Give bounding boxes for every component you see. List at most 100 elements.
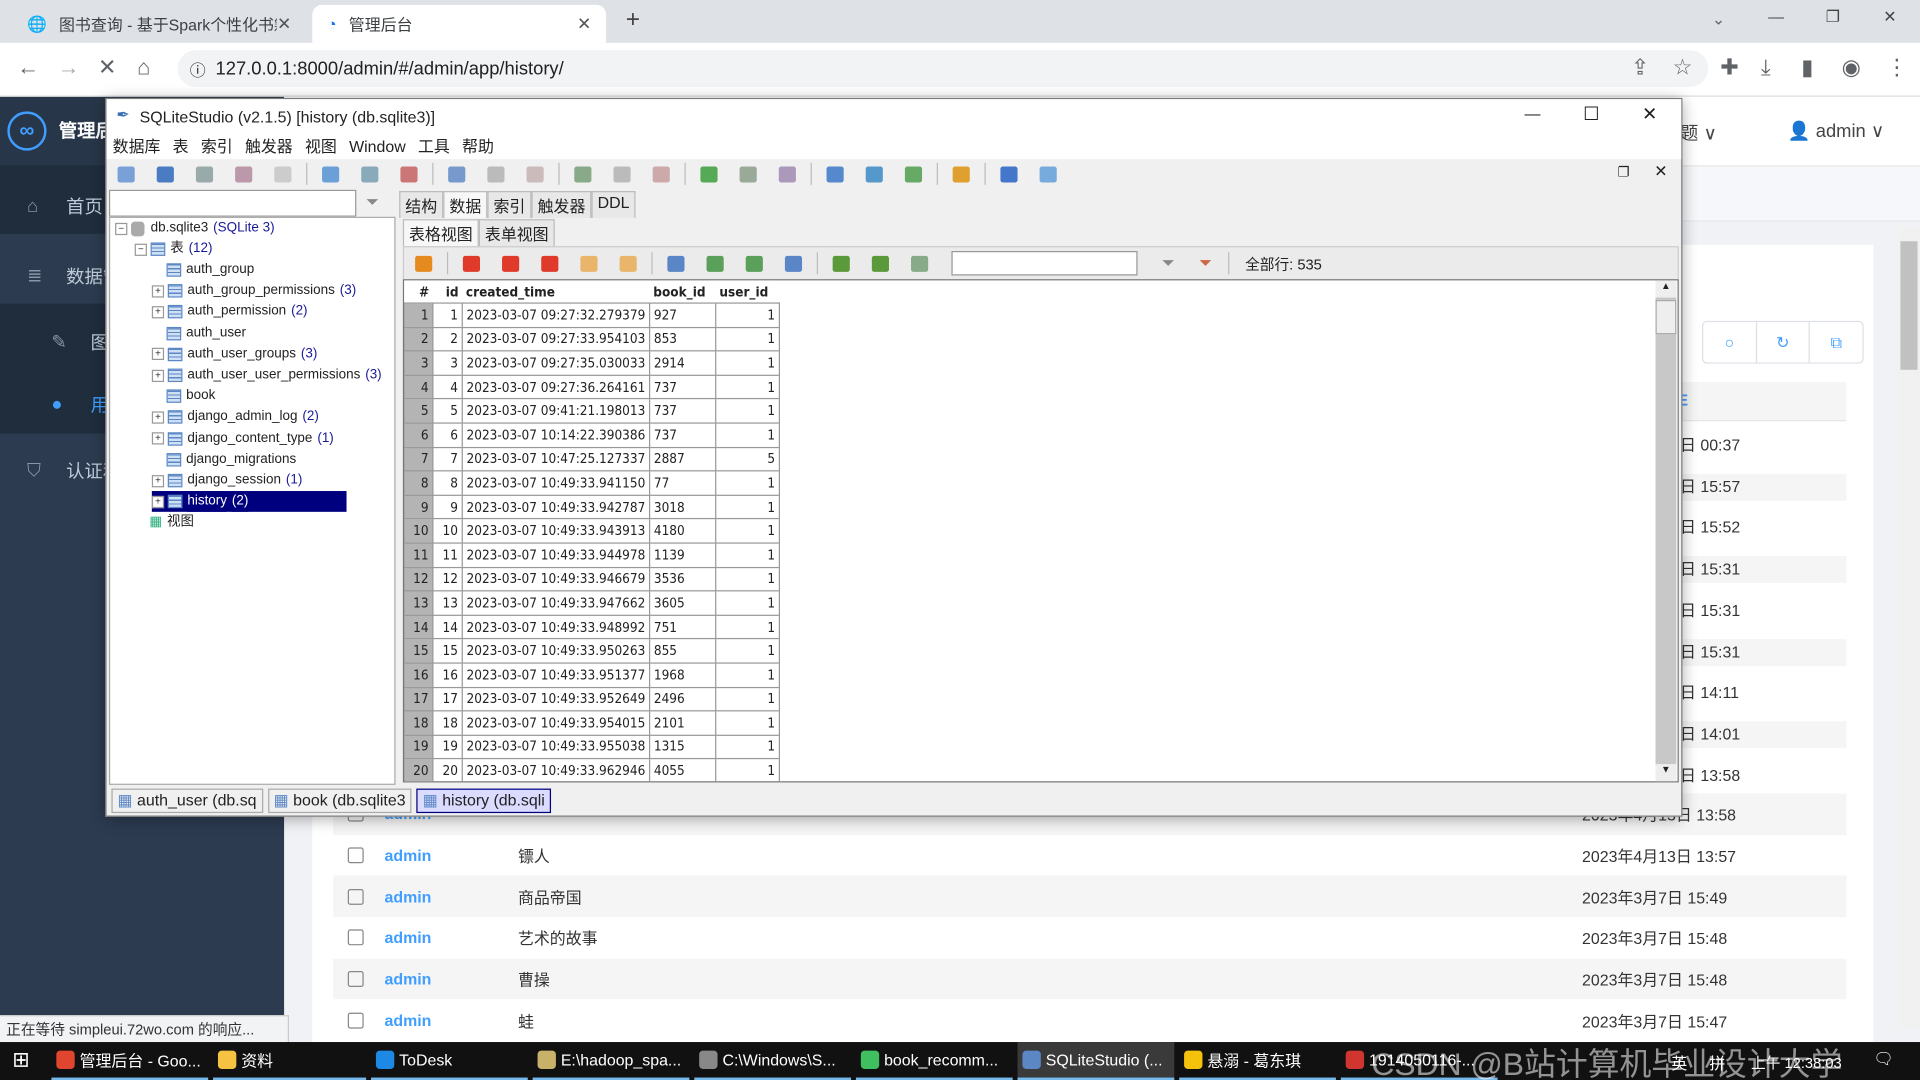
cell-book_id[interactable]: 2914 (650, 351, 716, 375)
cell-id[interactable]: 19 (433, 735, 462, 759)
subtab-1[interactable]: 表单视图 (479, 219, 555, 246)
back-icon[interactable]: ← (17, 55, 39, 81)
row-number[interactable]: 7 (405, 447, 433, 471)
table-row[interactable]: 18182023-03-07 10:49:33.95401521011 (405, 711, 780, 735)
table-row[interactable]: 12122023-03-07 10:49:33.94667935361 (405, 567, 780, 591)
toolbar-button-icon[interactable] (866, 166, 883, 182)
toolbar-button-icon[interactable] (361, 166, 378, 182)
cell-id[interactable]: 12 (433, 567, 462, 591)
toolbar-button-icon[interactable] (448, 166, 465, 182)
toolbar-button-icon[interactable] (700, 166, 717, 182)
list-row[interactable]: admin蛙2023年3月7日 15:47 (333, 1000, 1846, 1041)
cell-book_id[interactable]: 4180 (650, 519, 716, 543)
menu-item[interactable]: 工具 (412, 133, 456, 159)
table-row[interactable]: 17172023-03-07 10:49:33.95264924961 (405, 687, 780, 711)
tree-table-auth-user-groups[interactable]: +auth_user_groups(3) (152, 344, 317, 365)
tree-table-book[interactable]: book (152, 386, 220, 407)
refresh-icon[interactable]: ↻ (1757, 322, 1810, 362)
cell-id[interactable]: 6 (433, 423, 462, 447)
cell-user_id[interactable]: 1 (716, 687, 780, 711)
cell-id[interactable]: 5 (433, 399, 462, 423)
row-number[interactable]: 1 (405, 303, 433, 327)
clear-filter-icon[interactable]: ⏷ (1199, 253, 1212, 273)
toolbar-button-icon[interactable] (905, 166, 922, 182)
tree-views-node[interactable]: ▦视图 (149, 512, 194, 533)
share-icon[interactable]: ⇪ (1631, 55, 1649, 81)
cell-user_id[interactable]: 1 (716, 735, 780, 759)
row-number[interactable]: 17 (405, 687, 433, 711)
browser-tab-active[interactable]: ◔管理后台✕ (312, 5, 606, 43)
cell-created_time[interactable]: 2023-03-07 10:49:33.941150 (462, 471, 649, 495)
data-toolbar-button-icon[interactable] (911, 255, 928, 271)
expand-icon[interactable]: + (152, 306, 164, 318)
row-number[interactable]: 10 (405, 519, 433, 543)
new-tab-button[interactable]: + (626, 6, 640, 34)
expand-icon[interactable]: + (152, 432, 164, 444)
cell-user_id[interactable]: 1 (716, 399, 780, 423)
table-row[interactable]: 11112023-03-07 10:49:33.94497811391 (405, 543, 780, 567)
notification-icon[interactable]: 🗨 (1873, 1049, 1893, 1069)
cell-id[interactable]: 7 (433, 447, 462, 471)
cell-book_id[interactable]: 737 (650, 423, 716, 447)
cell-created_time[interactable]: 2023-03-07 10:47:25.127337 (462, 447, 649, 471)
cell-user_id[interactable]: 1 (716, 471, 780, 495)
cell-book_id[interactable]: 4055 (650, 759, 716, 783)
tab-2[interactable]: 索引 (487, 191, 531, 218)
cell-created_time[interactable]: 2023-03-07 10:49:33.943913 (462, 519, 649, 543)
table-row[interactable]: 442023-03-07 09:27:36.2641617371 (405, 375, 780, 399)
toolbar-button-icon[interactable] (953, 166, 970, 182)
toolbar-button-icon[interactable] (1040, 166, 1057, 182)
toolbar-button-icon[interactable] (157, 166, 174, 182)
cell-user_id[interactable]: 1 (716, 711, 780, 735)
toolbar-button-icon[interactable] (779, 166, 796, 182)
table-row[interactable]: 662023-03-07 10:14:22.3903867371 (405, 423, 780, 447)
row-checkbox[interactable] (348, 1012, 364, 1028)
expand-icon[interactable]: + (152, 348, 164, 360)
data-toolbar-button-icon[interactable] (620, 255, 637, 271)
row-number[interactable]: 13 (405, 591, 433, 615)
cell-id[interactable]: 11 (433, 543, 462, 567)
close-tab-icon[interactable]: ✕ (577, 13, 591, 34)
user-link[interactable]: admin (384, 929, 431, 947)
profile-icon[interactable]: ◉ (1842, 55, 1861, 81)
user-link[interactable]: admin (384, 970, 431, 988)
toolbar-button-icon[interactable] (322, 166, 339, 182)
toolbar-button-icon[interactable] (487, 166, 504, 182)
table-row[interactable]: 20202023-03-07 10:49:33.96294640551 (405, 759, 780, 783)
cell-created_time[interactable]: 2023-03-07 10:49:33.944978 (462, 543, 649, 567)
toolbar-button-icon[interactable] (400, 166, 417, 182)
window-tab[interactable]: ▦ auth_user (db.sq (111, 788, 262, 812)
forward-icon[interactable]: → (58, 55, 80, 81)
scroll-down-icon[interactable]: ▼ (1656, 764, 1677, 781)
search-icon[interactable]: ○ (1703, 322, 1756, 362)
table-row[interactable]: 19192023-03-07 10:49:33.95503813151 (405, 735, 780, 759)
toolbar-button-icon[interactable] (527, 166, 544, 182)
url-bar[interactable]: ⓘ127.0.0.1:8000/admin/#/admin/app/histor… (178, 50, 1709, 87)
tree-table-auth-user[interactable]: auth_user (152, 323, 251, 344)
tree-table-django-migrations[interactable]: django_migrations (152, 449, 301, 470)
cell-book_id[interactable]: 1315 (650, 735, 716, 759)
tree-filter-input[interactable] (109, 190, 356, 217)
row-number[interactable]: 11 (405, 543, 433, 567)
cell-user_id[interactable]: 5 (716, 447, 780, 471)
close-tab-icon[interactable]: ✕ (277, 13, 291, 34)
data-toolbar-button-icon[interactable] (746, 255, 763, 271)
cell-book_id[interactable]: 77 (650, 471, 716, 495)
window-titlebar[interactable]: ✒ SQLiteStudio (v2.1.5) [history (db.sql… (107, 99, 1682, 133)
cell-id[interactable]: 20 (433, 759, 462, 783)
row-number[interactable]: 18 (405, 711, 433, 735)
toolbar-button-icon[interactable] (613, 166, 630, 182)
maximize-icon[interactable]: ❐ (1826, 7, 1840, 27)
cell-id[interactable]: 8 (433, 471, 462, 495)
cell-created_time[interactable]: 2023-03-07 10:49:33.952649 (462, 687, 649, 711)
filter-icon[interactable]: ⏷ (366, 192, 379, 212)
tree-table-auth-group[interactable]: auth_group (152, 260, 259, 281)
close-window-icon[interactable]: ✕ (1883, 7, 1896, 27)
cell-user_id[interactable]: 1 (716, 543, 780, 567)
taskbar-item[interactable]: book_recomm... (856, 1042, 1013, 1080)
filter-icon[interactable]: ⏷ (1162, 253, 1175, 273)
list-row[interactable]: admin曹操2023年3月7日 15:48 (333, 959, 1846, 1000)
clock[interactable]: 上午 12:38:03 (1751, 1052, 1842, 1073)
cell-book_id[interactable]: 3018 (650, 495, 716, 519)
table-row[interactable]: 772023-03-07 10:47:25.12733728875 (405, 447, 780, 471)
